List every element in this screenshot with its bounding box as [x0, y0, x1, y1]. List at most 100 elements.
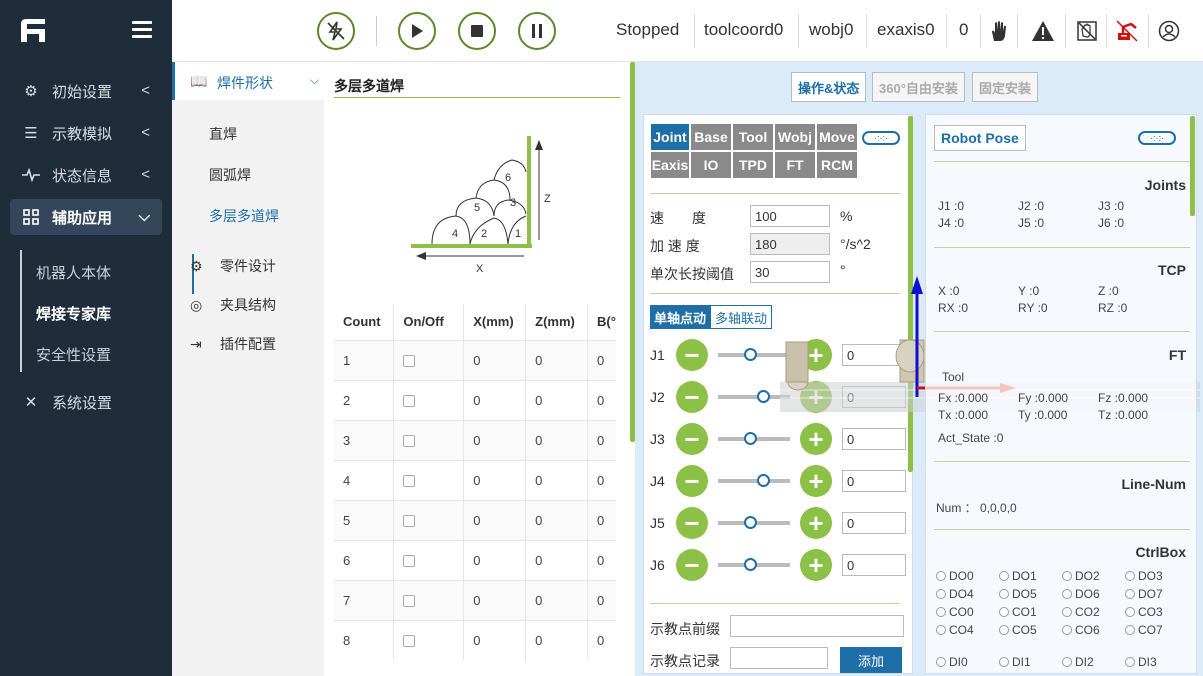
- nav-sub-safety-settings[interactable]: 安全性设置: [36, 344, 111, 365]
- cell-z[interactable]: 0: [525, 619, 589, 660]
- slider-knob[interactable]: [744, 516, 758, 529]
- speed-input[interactable]: 100: [750, 205, 830, 227]
- jog-minus-button[interactable]: −: [676, 507, 708, 539]
- point-prefix-input[interactable]: [730, 615, 904, 637]
- weld-type-multilayer[interactable]: 多层多道焊: [209, 206, 279, 226]
- jog-plus-button[interactable]: +: [800, 507, 832, 539]
- tab-operation-status[interactable]: 操作&状态: [791, 72, 867, 102]
- tab-fixed-install[interactable]: 固定安装: [972, 72, 1039, 102]
- nav-item-status-info[interactable]: 状态信息 <: [10, 157, 162, 193]
- cell-b[interactable]: 0: [587, 619, 616, 660]
- onoff-checkbox[interactable]: [403, 555, 416, 568]
- nav-item-system-settings[interactable]: ✕ 系统设置: [10, 384, 162, 420]
- tab-move[interactable]: Move: [816, 123, 858, 151]
- joint-slider[interactable]: [718, 558, 790, 571]
- cell-x[interactable]: 0: [463, 579, 527, 620]
- accel-input[interactable]: 180: [750, 233, 830, 255]
- joint-slider[interactable]: [718, 432, 790, 445]
- joint-slider[interactable]: [718, 516, 790, 529]
- part-design-item[interactable]: ⚙ 零件设计: [190, 256, 276, 276]
- joint-value-input[interactable]: 0: [842, 512, 906, 534]
- nav-item-initial-settings[interactable]: ⚙ 初始设置 <: [10, 73, 162, 109]
- nav-item-aux-apps[interactable]: 辅助应用 ⌵: [10, 199, 162, 235]
- tab-eaxis[interactable]: Eaxis: [650, 151, 690, 179]
- io-radio[interactable]: CO7: [1125, 621, 1188, 639]
- tab-single-axis[interactable]: 单轴点动: [650, 305, 711, 329]
- weld-type-straight[interactable]: 直焊: [209, 124, 237, 144]
- cell-x[interactable]: 0: [463, 459, 527, 500]
- tab-free-install[interactable]: 360°自由安装: [872, 72, 965, 102]
- cell-z[interactable]: 0: [525, 459, 589, 500]
- pose-scrollbar[interactable]: [1190, 116, 1195, 216]
- robot-disabled-icon[interactable]: [1114, 18, 1140, 44]
- jog-minus-button[interactable]: −: [676, 423, 708, 455]
- tab-tpd[interactable]: TPD: [732, 151, 774, 179]
- user-icon[interactable]: [1156, 18, 1182, 44]
- hand-drag-icon[interactable]: [986, 18, 1012, 44]
- tab-rcm[interactable]: RCM: [816, 151, 858, 179]
- warning-icon[interactable]: [1030, 18, 1056, 44]
- io-radio[interactable]: CO2: [1062, 603, 1125, 621]
- slider-knob[interactable]: [744, 432, 758, 445]
- cell-x[interactable]: 0: [463, 419, 527, 460]
- tool-coord[interactable]: toolcoord0: [704, 20, 783, 40]
- io-radio[interactable]: DO7: [1125, 585, 1188, 603]
- play-button[interactable]: [398, 12, 436, 50]
- io-radio[interactable]: DI3: [1125, 653, 1188, 669]
- onoff-checkbox[interactable]: [403, 395, 416, 408]
- joint-value-input[interactable]: 0: [842, 428, 906, 450]
- external-axis[interactable]: exaxis0: [877, 20, 935, 40]
- onoff-checkbox[interactable]: [403, 595, 416, 608]
- onoff-checkbox[interactable]: [403, 475, 416, 488]
- io-radio[interactable]: DI1: [999, 653, 1062, 669]
- io-radio[interactable]: DO2: [1062, 567, 1125, 585]
- tab-wobj[interactable]: Wobj: [774, 123, 816, 151]
- jog-minus-button[interactable]: −: [676, 381, 708, 413]
- joint-value-input[interactable]: 0: [842, 554, 906, 576]
- collapse-toggle-icon[interactable]: ·:·:·: [1138, 131, 1176, 145]
- io-radio[interactable]: DI0: [936, 653, 999, 669]
- io-radio[interactable]: DO4: [936, 585, 999, 603]
- point-record-input[interactable]: [730, 647, 828, 669]
- cell-b[interactable]: 0: [587, 339, 616, 380]
- cell-x[interactable]: 0: [463, 619, 527, 660]
- onoff-checkbox[interactable]: [403, 635, 416, 648]
- weld-shape-header[interactable]: 📖 焊件形状 ⌵: [172, 62, 324, 100]
- jog-plus-button[interactable]: +: [800, 465, 832, 497]
- cell-z[interactable]: 0: [525, 339, 589, 380]
- plugin-config-item[interactable]: ⇥ 插件配置: [190, 334, 276, 354]
- onoff-checkbox[interactable]: [403, 355, 416, 368]
- io-radio[interactable]: CO6: [1062, 621, 1125, 639]
- slider-knob[interactable]: [744, 558, 758, 571]
- nav-sub-robot-body[interactable]: 机器人本体: [36, 262, 111, 283]
- cell-z[interactable]: 0: [525, 379, 589, 420]
- io-radio[interactable]: CO5: [999, 621, 1062, 639]
- io-radio[interactable]: CO3: [1125, 603, 1188, 621]
- tab-ft[interactable]: FT: [774, 151, 816, 179]
- jog-minus-button[interactable]: −: [676, 339, 708, 371]
- joint-value-input[interactable]: 0: [842, 470, 906, 492]
- onoff-checkbox[interactable]: [403, 515, 416, 528]
- cell-z[interactable]: 0: [525, 579, 589, 620]
- tab-multi-axis[interactable]: 多轴联动: [710, 305, 773, 329]
- io-radio[interactable]: DO0: [936, 567, 999, 585]
- work-object[interactable]: wobj0: [809, 20, 853, 40]
- jog-plus-button[interactable]: +: [800, 423, 832, 455]
- onoff-checkbox[interactable]: [403, 435, 416, 448]
- nav-item-teach-sim[interactable]: ☰ 示教模拟 <: [10, 115, 162, 151]
- cell-x[interactable]: 0: [463, 379, 527, 420]
- io-radio[interactable]: CO1: [999, 603, 1062, 621]
- add-point-button[interactable]: 添加: [840, 647, 902, 673]
- io-radio[interactable]: DO3: [1125, 567, 1188, 585]
- cell-b[interactable]: 0: [587, 579, 616, 620]
- cell-x[interactable]: 0: [463, 339, 527, 380]
- cell-b[interactable]: 0: [587, 459, 616, 500]
- tab-tool[interactable]: Tool: [732, 123, 774, 151]
- collision-off-icon[interactable]: [1074, 18, 1100, 44]
- cell-b[interactable]: 0: [587, 539, 616, 580]
- joint-slider[interactable]: [718, 474, 790, 487]
- pause-button[interactable]: [518, 12, 556, 50]
- jog-minus-button[interactable]: −: [676, 549, 708, 581]
- nav-sub-welding-library[interactable]: 焊接专家库: [36, 303, 111, 324]
- stop-button[interactable]: [458, 12, 496, 50]
